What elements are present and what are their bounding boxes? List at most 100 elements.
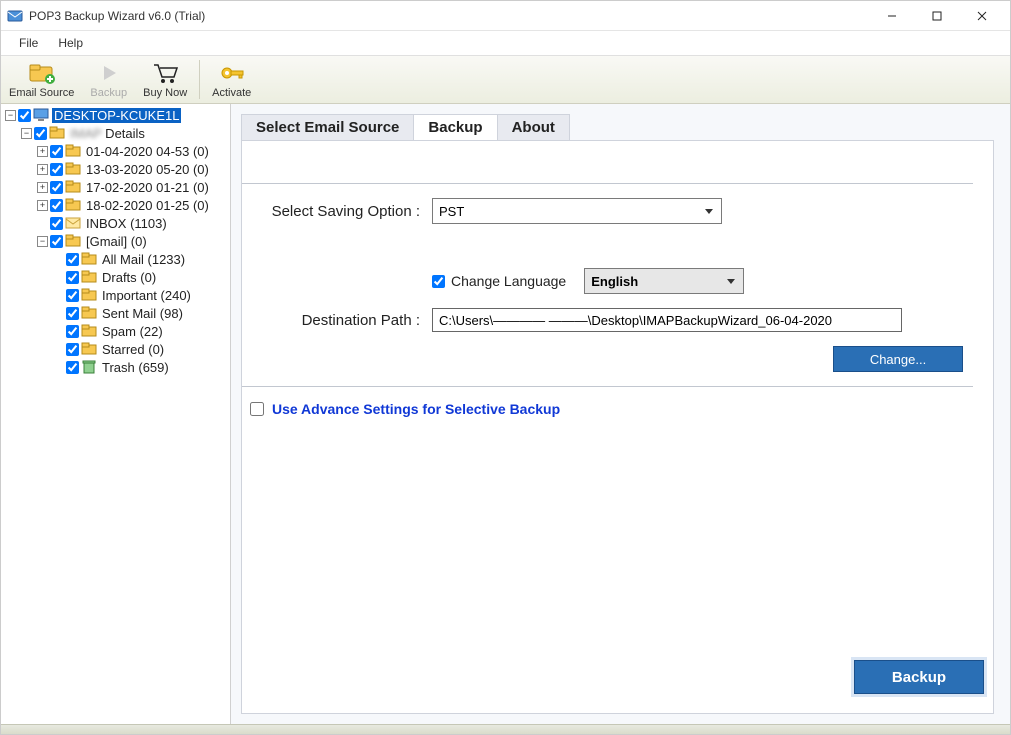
folder-icon [81,288,97,302]
tree-item[interactable]: −[Gmail] (0) [37,232,230,250]
folder-icon [65,234,81,248]
menu-help[interactable]: Help [48,32,93,54]
expand-icon[interactable]: + [37,164,48,175]
expand-icon[interactable]: − [37,236,48,247]
tree-item[interactable]: All Mail (1233) [53,250,230,268]
maximize-button[interactable] [914,2,959,30]
divider [242,386,973,387]
tree-checkbox[interactable] [66,343,79,356]
change-language-checkbox[interactable] [432,275,445,288]
toolbar-backup[interactable]: Backup [82,56,135,103]
tree-root[interactable]: − DESKTOP-KCUKE1L [5,106,230,124]
content-pane: Select Email Source Backup About Select … [231,104,1010,724]
expand-icon [53,290,64,301]
tree-label: Spam (22) [100,324,165,339]
tree-checkbox[interactable] [66,307,79,320]
tree-label: Starred (0) [100,342,166,357]
toolbar-label: Backup [90,87,127,99]
tree-item[interactable]: +17-02-2020 01-21 (0) [37,178,230,196]
tree-item[interactable]: Trash (659) [53,358,230,376]
tree-item[interactable]: Starred (0) [53,340,230,358]
expand-icon[interactable]: + [37,182,48,193]
tree-checkbox[interactable] [34,127,47,140]
title-bar: POP3 Backup Wizard v6.0 (Trial) [1,1,1010,31]
toolbar-email-source[interactable]: Email Source [1,56,82,103]
collapse-icon[interactable]: − [5,110,16,121]
minimize-button[interactable] [869,2,914,30]
advance-settings-label: Use Advance Settings for Selective Backu… [272,401,560,417]
status-bar [1,724,1010,734]
toolbar-label: Activate [212,87,251,99]
tree-checkbox[interactable] [18,109,31,122]
tree-item[interactable]: Spam (22) [53,322,230,340]
folder-icon [65,216,81,230]
tree-checkbox[interactable] [50,181,63,194]
tree-item[interactable]: Sent Mail (98) [53,304,230,322]
tree-checkbox[interactable] [66,361,79,374]
tree-label: IMAP Details [68,126,147,141]
tree-checkbox[interactable] [50,145,63,158]
tree-checkbox[interactable] [50,235,63,248]
folder-icon [81,360,97,374]
toolbar-label: Buy Now [143,87,187,99]
folder-icon [65,162,81,176]
expand-icon [53,272,64,283]
folder-tree[interactable]: − DESKTOP-KCUKE1L − IMAP Details [3,106,230,376]
menu-file[interactable]: File [9,32,48,54]
play-icon [98,61,120,85]
expand-icon [53,254,64,265]
app-icon [7,8,23,24]
select-value: PST [439,204,464,219]
tree-item[interactable]: INBOX (1103) [37,214,230,232]
expand-icon [53,344,64,355]
expand-icon[interactable]: + [37,146,48,157]
tree-checkbox[interactable] [66,271,79,284]
close-button[interactable] [959,2,1004,30]
toolbar-buy-now[interactable]: Buy Now [135,56,195,103]
tree-imap-details[interactable]: − IMAP Details [21,124,230,142]
backup-button[interactable]: Backup [854,660,984,694]
tree-checkbox[interactable] [50,163,63,176]
expand-icon [53,308,64,319]
tree-checkbox[interactable] [66,289,79,302]
tree-checkbox[interactable] [66,253,79,266]
cart-icon [152,61,178,85]
folder-icon [65,180,81,194]
tree-checkbox[interactable] [66,325,79,338]
tree-label: 18-02-2020 01-25 (0) [84,198,211,213]
tree-label: INBOX (1103) [84,216,169,231]
tree-item[interactable]: Important (240) [53,286,230,304]
destination-path-input[interactable] [432,308,902,332]
tree-label: 13-03-2020 05-20 (0) [84,162,211,177]
expand-icon [53,326,64,337]
expand-icon[interactable]: + [37,200,48,211]
key-icon [219,61,245,85]
folder-plus-icon [28,61,56,85]
tree-item[interactable]: +13-03-2020 05-20 (0) [37,160,230,178]
tab-backup[interactable]: Backup [413,114,497,140]
collapse-icon[interactable]: − [21,128,32,139]
advance-settings-row[interactable]: Use Advance Settings for Selective Backu… [242,401,973,417]
tree-item[interactable]: +18-02-2020 01-25 (0) [37,196,230,214]
change-button[interactable]: Change... [833,346,963,372]
folder-icon [81,306,97,320]
advance-settings-checkbox[interactable] [250,402,264,416]
toolbar-activate[interactable]: Activate [204,56,259,103]
tree-item[interactable]: Drafts (0) [53,268,230,286]
tree-label: Drafts (0) [100,270,158,285]
tree-label: Trash (659) [100,360,171,375]
folder-icon [65,144,81,158]
tab-about[interactable]: About [497,114,570,140]
expand-icon [53,362,64,373]
toolbar-separator [199,60,200,99]
window-title: POP3 Backup Wizard v6.0 (Trial) [29,9,869,23]
tree-label: DESKTOP-KCUKE1L [52,108,181,123]
expand-icon [37,218,48,229]
tree-label: All Mail (1233) [100,252,187,267]
tab-select-email-source[interactable]: Select Email Source [241,114,414,140]
tree-checkbox[interactable] [50,217,63,230]
saving-option-select[interactable]: PST [432,198,722,224]
tree-checkbox[interactable] [50,199,63,212]
language-select[interactable]: English [584,268,744,294]
tree-item[interactable]: +01-04-2020 04-53 (0) [37,142,230,160]
